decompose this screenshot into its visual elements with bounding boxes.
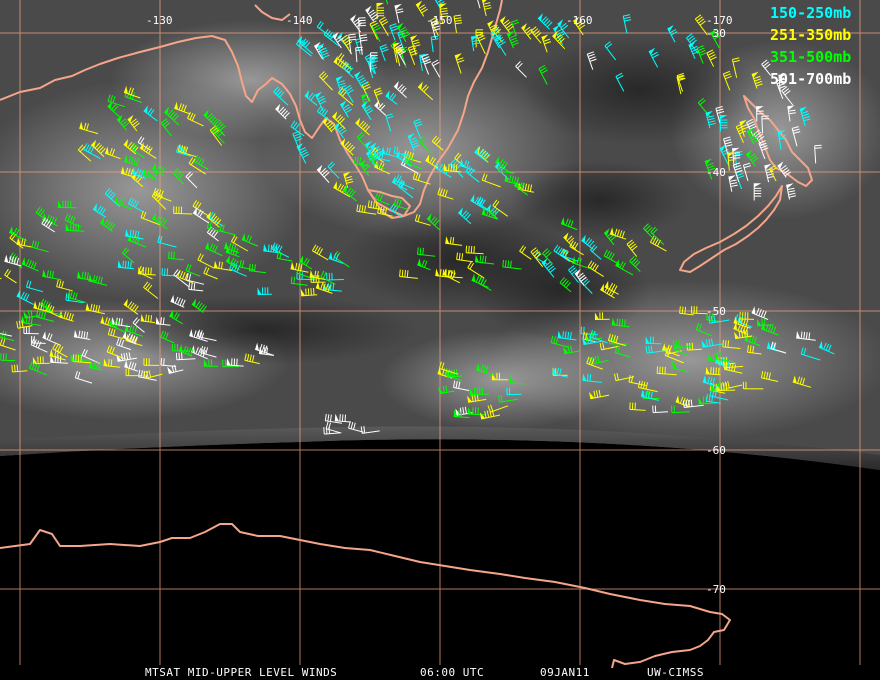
lat-label-70: -70 [706,583,726,596]
wind-map: -130 -140 -150 -160 -170 -30 -40 -50 -60… [0,0,880,680]
date-label: 09JAN11 [540,666,590,679]
lat-label-50: -50 [706,305,726,318]
legend-item-150-250: 150-250mb [770,4,851,22]
lon-label-150: -150 [426,14,453,27]
lat-label-30: -30 [706,27,726,40]
credit-label: UW-CIMSS [647,666,704,679]
lat-label-40: -40 [706,166,726,179]
lon-label-130: -130 [146,14,173,27]
legend-item-251-350: 251-350mb [770,26,851,44]
lon-label-170: -170 [706,14,733,27]
lon-label-140: -140 [286,14,313,27]
satellite-label: MTSAT MID-UPPER LEVEL WINDS [145,666,337,679]
legend-item-351-500: 351-500mb [770,48,851,66]
time-label: 06:00 UTC [420,666,484,679]
lat-label-60: -60 [706,444,726,457]
legend-item-501-700: 501-700mb [770,70,851,88]
lon-label-160: -160 [566,14,593,27]
